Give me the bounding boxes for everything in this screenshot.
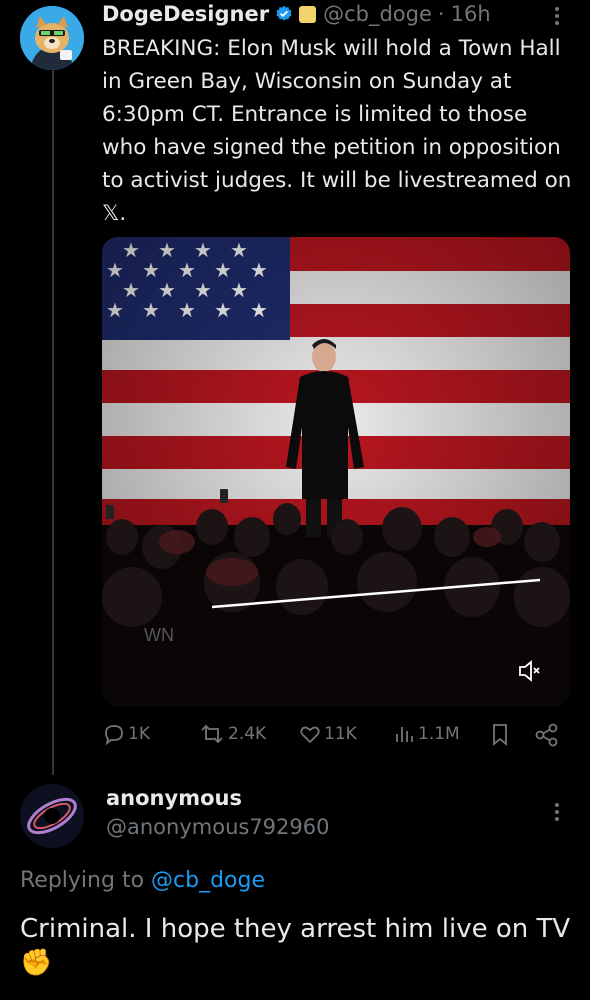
raised-fist-emoji: ✊: [20, 948, 53, 978]
bookmark-icon: [493, 724, 507, 746]
repost-count: 2.4K: [228, 724, 267, 744]
view-count: 1.1M: [418, 724, 460, 744]
views-chart-icon: [396, 727, 413, 742]
reply-body: Criminal. I hope they arrest him live on…: [20, 914, 571, 944]
doge-avatar-icon: [20, 6, 84, 70]
reply-avatar[interactable]: [20, 784, 84, 848]
views-button[interactable]: 1.1M: [392, 722, 460, 746]
avatar[interactable]: [20, 6, 84, 70]
replying-to: Replying to @cb_doge: [20, 868, 265, 893]
tweet-video[interactable]: ★★★★ ★★★★★ ★★★★ ★★★★★: [102, 237, 570, 707]
reply-author-handle[interactable]: @anonymous792960: [106, 815, 329, 839]
thread-connector-line: [52, 70, 54, 775]
replying-to-link[interactable]: @cb_doge: [151, 868, 265, 893]
reply-text: Criminal. I hope they arrest him live on…: [20, 912, 580, 980]
more-options-icon[interactable]: [552, 4, 562, 28]
video-frame: ★★★★ ★★★★★ ★★★★ ★★★★★: [102, 237, 570, 707]
share-icon: [535, 723, 558, 747]
heart-icon: [300, 726, 320, 744]
affiliate-badge-icon: [299, 5, 317, 23]
replying-to-prefix: Replying to: [20, 868, 145, 893]
verified-badge-icon: [276, 5, 292, 21]
like-count: 11K: [324, 724, 357, 744]
reply-button[interactable]: 1K: [102, 722, 150, 746]
author-name[interactable]: DogeDesigner: [102, 2, 269, 26]
repost-button[interactable]: 2.4K: [198, 722, 266, 746]
author-handle[interactable]: @cb_doge: [323, 2, 432, 26]
separator-dot: ·: [437, 2, 445, 26]
galaxy-avatar-icon: [20, 784, 84, 848]
video-watermark: WN: [144, 625, 174, 645]
reply-more-options-icon[interactable]: [552, 800, 562, 824]
tweet-action-bar: 1K 2.4K 11K 1.1M: [102, 722, 572, 752]
repost-icon: [201, 724, 223, 744]
like-button[interactable]: 11K: [298, 722, 357, 746]
bookmark-button[interactable]: [488, 722, 514, 748]
share-button[interactable]: [534, 722, 562, 748]
reply-count: 1K: [128, 724, 150, 744]
timestamp[interactable]: 16h: [451, 2, 491, 26]
reply-icon: [105, 725, 123, 746]
tweet-text: BREAKING: Elon Musk will hold a Town Hal…: [102, 36, 572, 226]
tweet-header: DogeDesigner @cb_doge · 16h: [102, 0, 491, 28]
reply-author-name[interactable]: anonymous: [106, 786, 242, 810]
